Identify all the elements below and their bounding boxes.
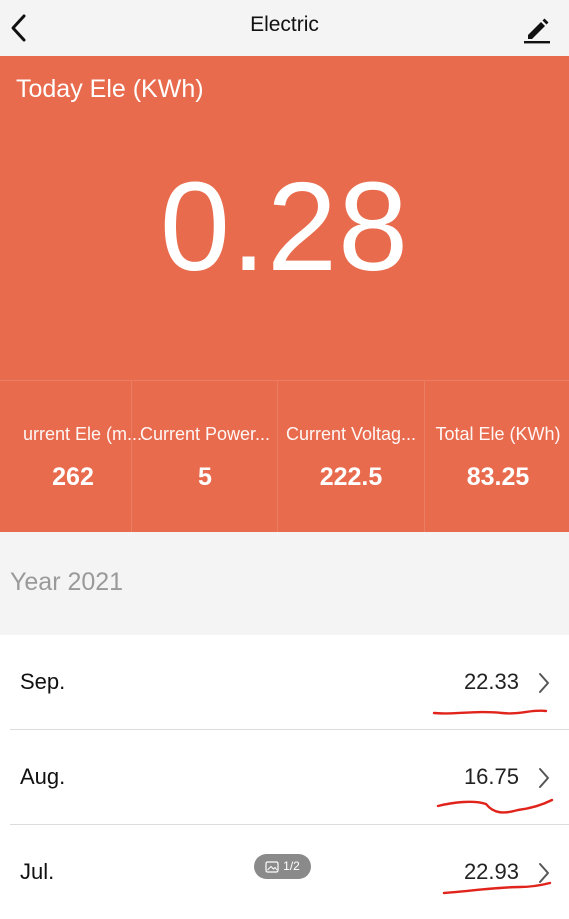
pencil-icon [524,18,550,44]
edit-button[interactable] [519,10,555,46]
stat-label: Current Power... [139,424,271,444]
chevron-right-icon [539,673,549,693]
stat-current-voltage: Current Voltag... 222.5 [277,381,424,533]
year-section-header: Year 2021 [0,532,569,635]
page-indicator-badge: 1/2 [254,854,311,879]
chevron-right-icon [539,863,549,883]
stat-current-power: Current Power... 5 [131,381,278,533]
month-name: Jul. [20,859,55,884]
today-energy-value: 0.28 [159,156,410,297]
nav-bar: Electric [0,0,569,56]
month-row-sep[interactable]: Sep. 22.33 [10,635,569,730]
stat-total-ele: Total Ele (KWh) 83.25 [424,381,569,533]
chevron-right-icon [539,768,549,788]
stat-value: 5 [198,463,212,491]
month-row-aug[interactable]: Aug. 16.75 [10,730,569,825]
page-indicator-text: 1/2 [283,859,300,873]
stat-value: 262 [52,463,94,491]
stat-label: urrent Ele (m... [22,424,142,444]
month-value: 22.93 [463,859,519,884]
stat-label: Total Ele (KWh) [435,424,561,444]
red-underline-mark [432,709,548,715]
stats-row: urrent Ele (m... 262 Current Power... 5 … [0,380,569,533]
today-energy-label: Today Ele (KWh) [16,75,204,103]
today-energy-card: Today Ele (KWh) 0.28 urrent Ele (m... 26… [0,56,569,533]
month-name: Aug. [20,764,66,789]
year-label: Year 2021 [10,568,124,596]
stat-value: 83.25 [466,463,530,491]
stat-current-ele: urrent Ele (m... 262 [0,381,146,533]
stat-value: 222.5 [319,463,383,491]
month-value: 16.75 [463,764,519,789]
stat-label: Current Voltag... [285,424,417,444]
month-name: Sep. [20,669,66,694]
red-underline-mark [436,798,554,814]
month-value: 22.33 [463,669,519,694]
page-title: Electric [250,13,319,36]
image-icon [265,861,279,873]
